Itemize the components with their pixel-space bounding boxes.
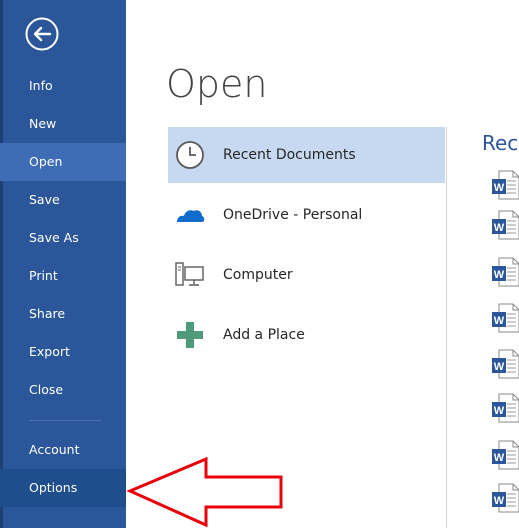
nav-label: Close [29, 382, 64, 397]
place-label: Recent Documents [223, 147, 356, 163]
nav-item-share[interactable]: Share [0, 295, 126, 333]
word-document-icon[interactable]: W [491, 393, 519, 423]
nav-label: Print [29, 268, 58, 283]
nav-label: Account [29, 442, 80, 457]
nav-divider [29, 420, 101, 421]
nav-item-open[interactable]: Open [0, 143, 126, 181]
svg-text:W: W [494, 182, 505, 194]
recent-documents-title: Rece [482, 131, 519, 155]
svg-text:W: W [494, 222, 505, 234]
place-onedrive[interactable]: OneDrive - Personal [168, 187, 445, 243]
nav-item-export[interactable]: Export [0, 333, 126, 371]
clock-icon [176, 141, 204, 169]
place-computer[interactable]: Computer [168, 247, 445, 303]
back-button[interactable] [25, 17, 59, 51]
word-document-icon[interactable]: W [491, 440, 519, 470]
word-document-icon[interactable]: W [491, 257, 519, 287]
nav-label: Save [29, 192, 60, 207]
nav-label: Export [29, 344, 70, 359]
svg-text:W: W [494, 269, 505, 281]
back-arrow-icon [25, 17, 59, 51]
page-title: Open [166, 62, 268, 106]
red-arrow-icon [126, 456, 283, 528]
word-document-icon[interactable]: W [491, 349, 519, 379]
nav-item-save-as[interactable]: Save As [0, 219, 126, 257]
svg-text:W: W [494, 405, 505, 417]
nav-item-save[interactable]: Save [0, 181, 126, 219]
nav-item-account[interactable]: Account [0, 431, 126, 469]
word-document-icon[interactable]: W [491, 303, 519, 333]
nav-item-options[interactable]: Options [0, 469, 126, 507]
word-document-icon[interactable]: W [491, 210, 519, 240]
cloud-icon [177, 210, 205, 222]
nav-label: Options [29, 480, 78, 495]
nav-item-info[interactable]: Info [0, 67, 126, 105]
svg-text:W: W [494, 361, 505, 373]
nav-label: Share [29, 306, 66, 321]
nav-label: Info [29, 78, 53, 93]
place-add-a-place[interactable]: Add a Place [168, 307, 445, 363]
svg-text:W: W [494, 495, 505, 507]
nav-item-print[interactable]: Print [0, 257, 126, 295]
svg-text:W: W [494, 452, 505, 464]
place-recent-documents[interactable]: Recent Documents [168, 127, 445, 183]
nav-label: New [29, 116, 57, 131]
place-label: OneDrive - Personal [223, 207, 363, 223]
word-document-icon[interactable]: W [491, 170, 519, 200]
nav-label: Save As [29, 230, 79, 245]
place-label: Computer [223, 267, 293, 283]
nav-label: Open [29, 154, 63, 169]
nav-item-close[interactable]: Close [0, 371, 126, 409]
nav-item-new[interactable]: New [0, 105, 126, 143]
computer-icon [175, 262, 204, 286]
word-document-icon[interactable]: W [491, 483, 519, 513]
svg-text:W: W [494, 315, 505, 327]
backstage-sidebar: Info New Open Save Save As Print Share E… [0, 0, 126, 528]
place-label: Add a Place [223, 327, 305, 343]
plus-icon [177, 322, 203, 348]
